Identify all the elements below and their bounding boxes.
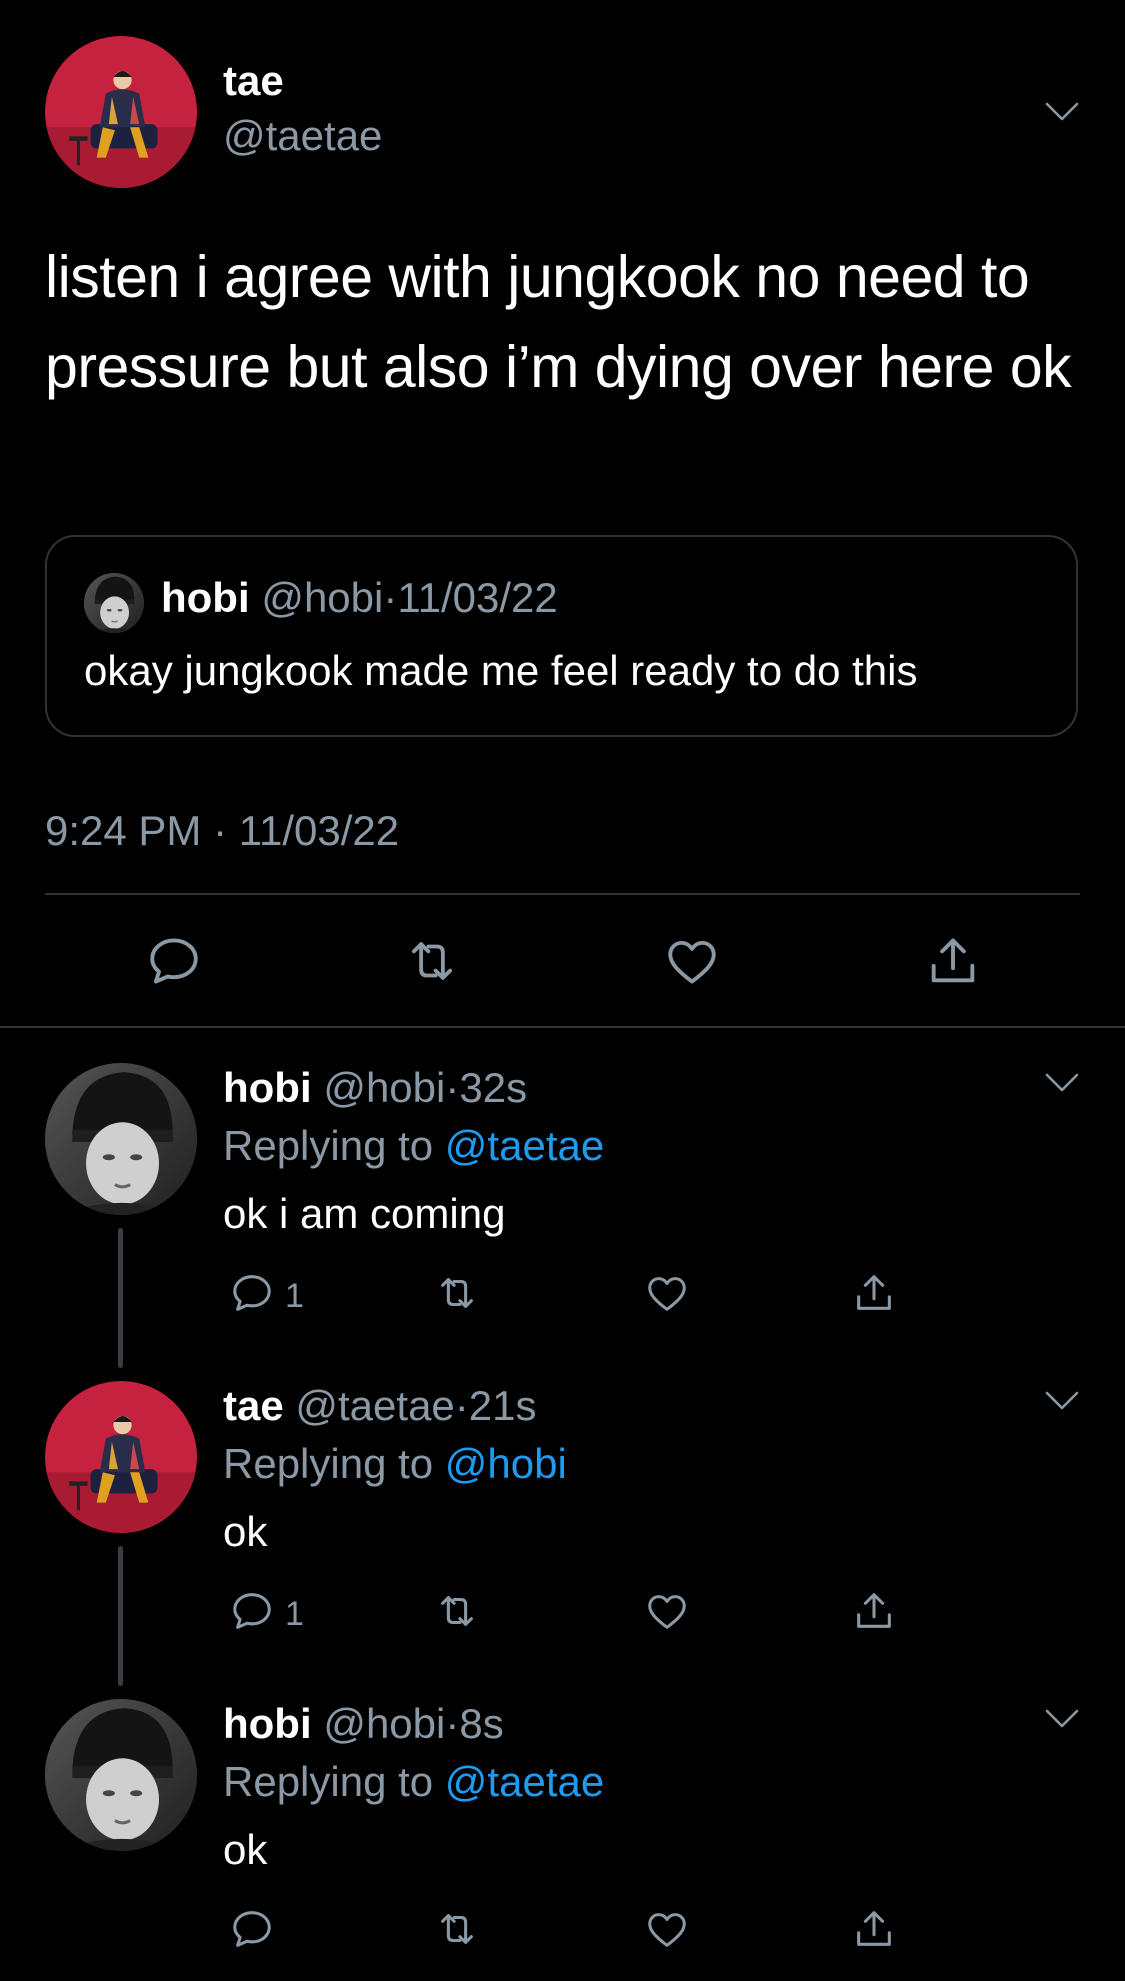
- thread-line: [118, 1546, 123, 1686]
- reply-time: 8s: [459, 1700, 504, 1747]
- share-icon[interactable]: [924, 932, 982, 990]
- replying-to-label: Replying to: [223, 1758, 434, 1805]
- quoted-author-handle: @hobi: [261, 574, 384, 621]
- reply-header: hobi @hobi·8s: [223, 1703, 504, 1745]
- replying-to-line: Replying to @taetae: [223, 1761, 604, 1803]
- divider: [0, 1026, 1125, 1028]
- reply-text: ok: [223, 1508, 268, 1555]
- reply-text: ok i am coming: [223, 1190, 506, 1237]
- quoted-date: 11/03/22: [397, 574, 558, 621]
- separator-dot: ·: [445, 1700, 460, 1747]
- reply-text: ok: [223, 1826, 268, 1873]
- hobi-avatar[interactable]: [45, 1063, 197, 1215]
- reply-time: 21s: [468, 1382, 537, 1429]
- thread-line: [118, 1228, 123, 1368]
- hobi-avatar: [84, 573, 144, 633]
- replying-to-mention[interactable]: @taetae: [445, 1758, 604, 1805]
- reply-author-handle[interactable]: @hobi: [323, 1064, 445, 1111]
- reply-time: 32s: [459, 1064, 528, 1111]
- separator-dot: ·: [383, 574, 398, 621]
- main-tweet-text: listen i agree with jungkook no need to …: [45, 244, 1072, 400]
- replying-to-line: Replying to @taetae: [223, 1125, 604, 1167]
- reply-header: hobi @hobi·32s: [223, 1067, 527, 1109]
- chevron-down-icon[interactable]: [1045, 1708, 1079, 1730]
- reply-author-name[interactable]: hobi: [223, 1064, 312, 1111]
- quoted-tweet-header: hobi @hobi·11/03/22: [161, 577, 558, 619]
- chevron-down-icon[interactable]: [1045, 1390, 1079, 1412]
- divider: [45, 893, 1080, 895]
- reply-count: 1: [285, 1595, 304, 1633]
- retweet-icon[interactable]: [434, 1588, 480, 1634]
- share-icon[interactable]: [851, 1270, 897, 1316]
- retweet-icon[interactable]: [403, 932, 461, 990]
- reply-icon[interactable]: [229, 1588, 275, 1634]
- tae-avatar[interactable]: [45, 1381, 197, 1533]
- quoted-author-name: hobi: [161, 574, 250, 621]
- separator-dot: ·: [445, 1064, 460, 1111]
- main-author-handle[interactable]: @taetae: [223, 115, 382, 157]
- reply-count: 1: [285, 1277, 304, 1315]
- tweet-timestamp[interactable]: 9:24 PM · 11/03/22: [45, 810, 399, 852]
- reply-icon[interactable]: [229, 1270, 275, 1316]
- reply-header: tae @taetae·21s: [223, 1385, 537, 1427]
- like-icon[interactable]: [644, 1588, 690, 1634]
- replying-to-line: Replying to @hobi: [223, 1443, 567, 1485]
- quoted-tweet-text: okay jungkook made me feel ready to do t…: [84, 647, 918, 694]
- reply-icon[interactable]: [145, 932, 203, 990]
- reply-icon[interactable]: [229, 1906, 275, 1952]
- reply-author-handle[interactable]: @hobi: [323, 1700, 445, 1747]
- share-icon[interactable]: [851, 1906, 897, 1952]
- tae-avatar[interactable]: [45, 36, 197, 188]
- share-icon[interactable]: [851, 1588, 897, 1634]
- replying-to-label: Replying to: [223, 1440, 434, 1487]
- chevron-down-icon[interactable]: [1045, 101, 1079, 123]
- main-author-name[interactable]: tae: [223, 60, 284, 102]
- chevron-down-icon[interactable]: [1045, 1072, 1079, 1094]
- replying-to-label: Replying to: [223, 1122, 434, 1169]
- separator-dot: ·: [454, 1382, 469, 1429]
- retweet-icon[interactable]: [434, 1906, 480, 1952]
- hobi-avatar[interactable]: [45, 1699, 197, 1851]
- like-icon[interactable]: [663, 932, 721, 990]
- reply-author-name[interactable]: tae: [223, 1382, 284, 1429]
- replying-to-mention[interactable]: @hobi: [445, 1440, 567, 1487]
- reply-author-handle[interactable]: @taetae: [295, 1382, 454, 1429]
- retweet-icon[interactable]: [434, 1270, 480, 1316]
- like-icon[interactable]: [644, 1906, 690, 1952]
- reply-author-name[interactable]: hobi: [223, 1700, 312, 1747]
- like-icon[interactable]: [644, 1270, 690, 1316]
- quoted-tweet-card[interactable]: hobi @hobi·11/03/22 okay jungkook made m…: [45, 535, 1078, 737]
- replying-to-mention[interactable]: @taetae: [445, 1122, 604, 1169]
